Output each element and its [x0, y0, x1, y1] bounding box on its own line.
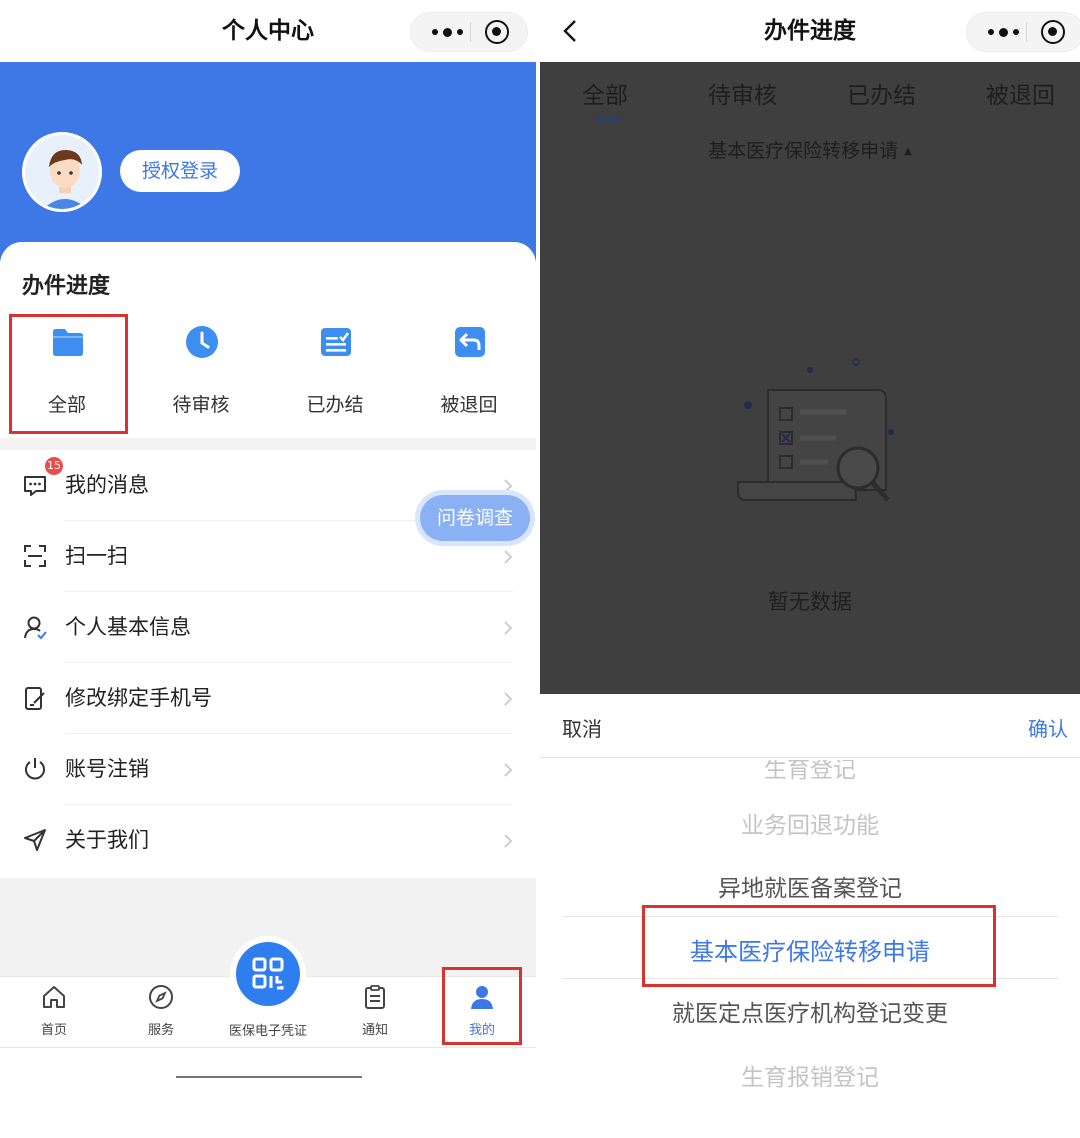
- tab-label: 服务: [147, 1023, 174, 1038]
- checklist-icon: [321, 328, 351, 356]
- confirm-button[interactable]: 确认: [1028, 713, 1068, 742]
- home-indicator: [176, 1076, 362, 1078]
- progress-item-returned[interactable]: 被退回: [402, 316, 536, 426]
- menu-item-label: 关于我们: [65, 828, 149, 852]
- active-tab-indicator: [594, 118, 622, 121]
- more-icon[interactable]: [979, 13, 1027, 51]
- progress-item-label: 已办结: [306, 394, 364, 416]
- mini-program-capsule: [966, 12, 1080, 52]
- power-icon: [25, 758, 45, 780]
- send-icon: [24, 829, 46, 851]
- picker-option[interactable]: 就医定点医疗机构登记变更: [540, 994, 1080, 1028]
- tab-notifications[interactable]: 通知: [325, 977, 425, 1049]
- progress-item-label: 被退回: [440, 394, 498, 416]
- progress-item-label: 待审核: [172, 394, 230, 416]
- close-target-icon[interactable]: [1041, 20, 1065, 44]
- clock-icon: [186, 326, 218, 358]
- tab-returned[interactable]: 被退回: [986, 76, 1055, 110]
- medical-e-voucher-button[interactable]: [236, 942, 300, 1006]
- mini-program-capsule: [410, 12, 528, 52]
- tab-label: 医保电子凭证: [228, 1024, 307, 1039]
- highlight-box-mine: [442, 967, 522, 1045]
- scan-icon: [24, 545, 46, 567]
- survey-floating-button[interactable]: 问卷调查: [420, 495, 530, 541]
- picker-option[interactable]: 业务回退功能: [540, 806, 1080, 840]
- caret-up-icon: ▲: [904, 146, 912, 157]
- capsule-divider: [470, 22, 471, 42]
- menu-item-change-phone[interactable]: 修改绑定手机号: [0, 663, 536, 734]
- tab-services[interactable]: 服务: [111, 977, 211, 1049]
- tab-all[interactable]: 全部: [582, 76, 628, 110]
- progress-item-completed[interactable]: 已办结: [268, 316, 402, 426]
- progress-item-pending[interactable]: 待审核: [134, 316, 268, 426]
- chevron-right-icon: [504, 479, 513, 493]
- chevron-right-icon: [504, 692, 513, 706]
- tab-pending[interactable]: 待审核: [708, 76, 777, 110]
- empty-state-illustration: [737, 358, 894, 502]
- navbar: 个人中心: [0, 0, 536, 62]
- section-divider: [0, 438, 536, 450]
- menu-item-label: 账号注销: [65, 757, 149, 781]
- highlight-box-all: [9, 314, 128, 434]
- business-type-filter[interactable]: 基本医疗保险转移申请 ▲: [540, 136, 1080, 163]
- tab-label: 通知: [361, 1023, 388, 1038]
- avatar[interactable]: [22, 132, 102, 212]
- chevron-right-icon: [504, 621, 513, 635]
- empty-state-text: 暂无数据: [768, 590, 852, 614]
- picker-option[interactable]: 生育报销登记: [540, 1058, 1080, 1092]
- tab-home[interactable]: 首页: [4, 977, 104, 1049]
- filter-label-text: 基本医疗保险转移申请: [708, 140, 899, 162]
- highlight-box-option: [642, 905, 996, 987]
- authorize-login-button[interactable]: 授权登录: [120, 150, 240, 192]
- progress-section-title: 办件进度: [22, 274, 111, 299]
- personal-center-screen: 个人中心 授权登录 办件进度 全部 待审核 已办结 被退回 我的消息 15 扫一…: [0, 0, 536, 1138]
- chevron-right-icon: [504, 550, 513, 564]
- user-icon: [24, 616, 47, 640]
- capsule-divider: [1026, 22, 1027, 42]
- return-icon: [455, 327, 485, 357]
- menu-item-label: 个人基本信息: [65, 615, 191, 639]
- close-target-icon[interactable]: [485, 20, 509, 44]
- tab-label: 首页: [40, 1023, 67, 1038]
- menu-item-label: 扫一扫: [65, 544, 128, 568]
- menu-item-personal-info[interactable]: 个人基本信息: [0, 592, 536, 663]
- compass-icon: [149, 985, 173, 1009]
- cancel-button[interactable]: 取消: [562, 713, 602, 742]
- navbar: 办件进度: [540, 0, 1080, 62]
- clipboard-icon: [365, 985, 385, 1009]
- progress-screen: 办件进度 全部 待审核 已办结 被退回 基本医疗保险转移申请 ▲ 暂无数据 取消…: [540, 0, 1080, 1138]
- status-tabs: 全部 待审核 已办结 被退回: [540, 62, 1080, 126]
- more-icon[interactable]: [423, 13, 471, 51]
- home-icon: [43, 986, 65, 1008]
- picker-option[interactable]: 异地就医备案登记: [540, 869, 1080, 903]
- unread-badge: 15: [45, 457, 63, 475]
- menu-item-label: 修改绑定手机号: [65, 686, 212, 710]
- edit-phone-icon: [25, 687, 45, 710]
- menu-item-deactivate[interactable]: 账号注销: [0, 734, 536, 805]
- menu-item-label: 我的消息: [65, 473, 149, 497]
- tab-completed[interactable]: 已办结: [847, 76, 916, 110]
- message-icon: [24, 476, 46, 496]
- chevron-right-icon: [504, 763, 513, 777]
- chevron-right-icon: [504, 834, 513, 848]
- qr-icon: [252, 957, 284, 990]
- picker-header: 取消 确认: [540, 694, 1080, 758]
- menu-item-about[interactable]: 关于我们: [0, 805, 536, 876]
